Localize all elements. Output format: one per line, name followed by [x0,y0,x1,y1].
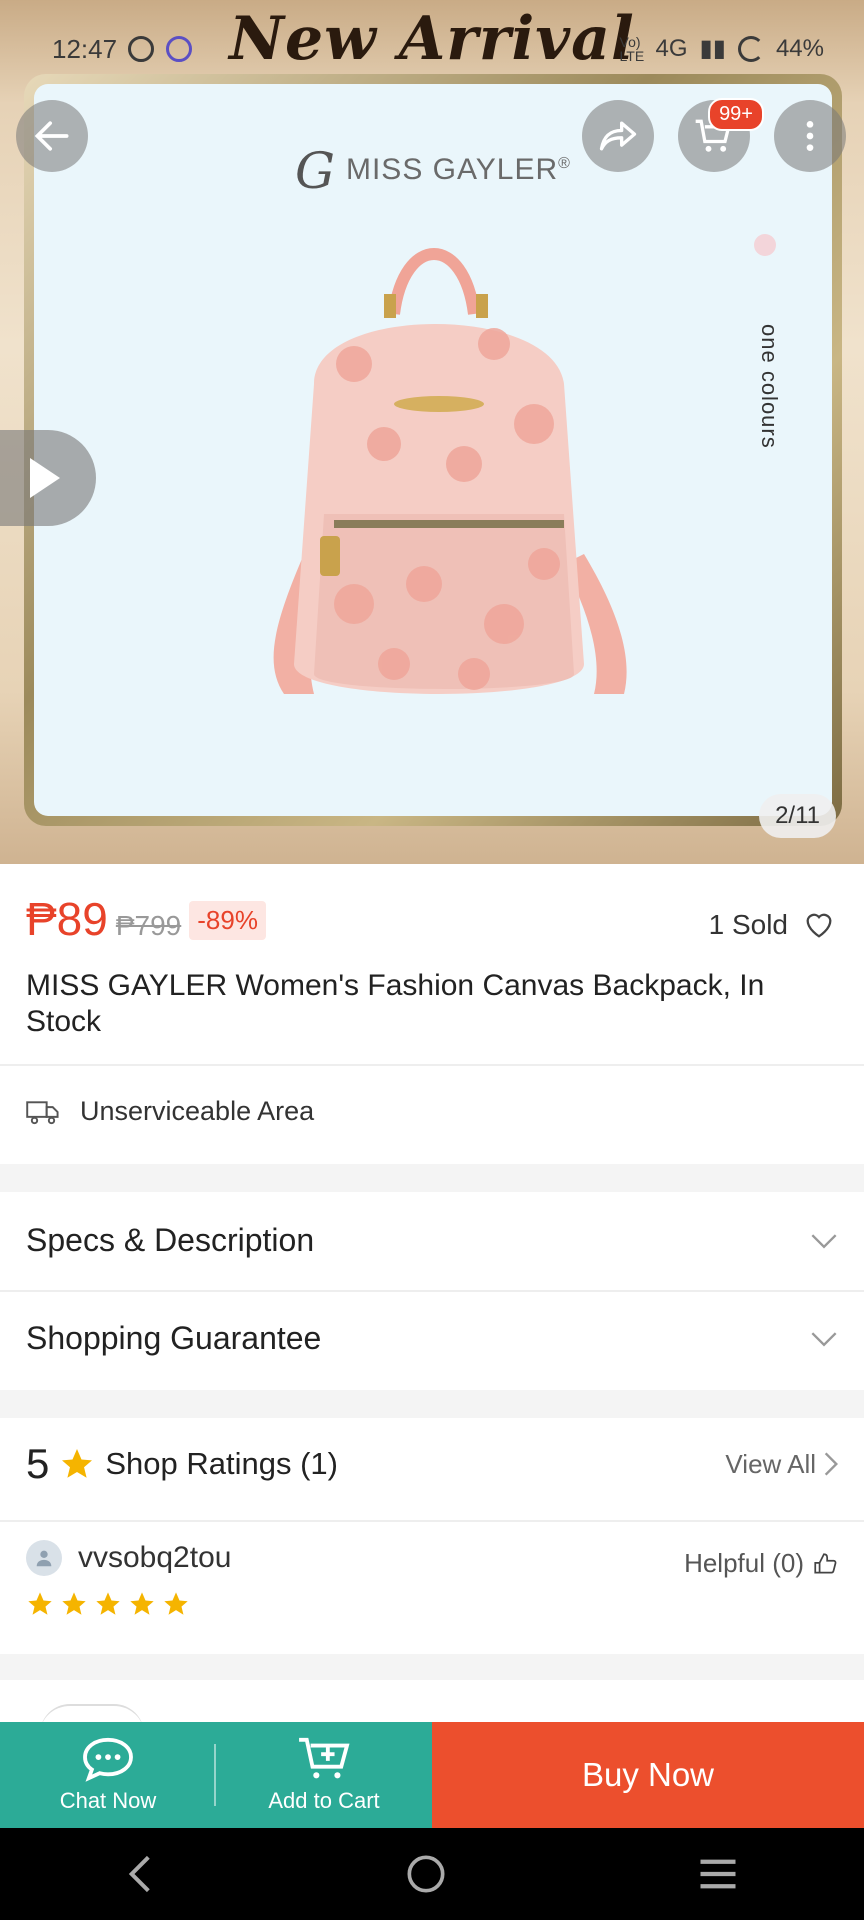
ratings-summary: 5 Shop Ratings (1) [26,1440,338,1488]
status-bar: 12:47 Vo) LTE 4G ▮▮ 44% [0,0,864,100]
star-icon [164,1592,188,1615]
price-row: ₱89 ₱799 -89% [26,892,266,946]
status-time: 12:47 [52,34,118,64]
app-notification-icon [166,36,192,62]
chat-now-label: Chat Now [59,1788,157,1813]
review-stars [26,1590,838,1618]
media-icon [128,36,154,62]
add-cart-icon [299,1737,350,1779]
chevron-right-icon [824,1452,838,1476]
arrow-left-icon [34,121,69,151]
divider [0,1520,864,1522]
view-all-label: View All [725,1448,816,1479]
backpack-illustration [273,248,627,694]
status-right: Vo) LTE 4G ▮▮ 44% [620,34,824,63]
battery-level: 44% [775,34,824,62]
volte-icon: Vo) LTE [619,33,645,64]
specs-description-section[interactable]: Specs & Description [26,1222,838,1259]
review-item: vvsobq2tou Helpful (0) [26,1540,838,1618]
shopping-guarantee-section[interactable]: Shopping Guarantee [26,1320,838,1357]
chevron-down-icon [811,1331,837,1346]
avatar [26,1540,62,1576]
buy-now-button[interactable]: Buy Now [432,1722,864,1828]
sold-count: 1 Sold [708,909,788,940]
more-menu-button[interactable] [774,100,846,172]
secondary-actions: Chat Now Add to Cart [0,1722,432,1828]
side-caption: one colours [757,324,782,449]
current-price: ₱89 [26,893,108,945]
color-dot [754,234,776,256]
discount-badge: -89% [189,901,266,940]
star-icon [96,1592,120,1615]
nav-home-icon[interactable] [406,1854,446,1894]
divider [214,1744,216,1806]
image-counter: 2/11 [759,794,836,838]
truck-icon [26,1100,59,1124]
star-icon [62,1592,86,1615]
star-icon [130,1592,154,1615]
shipping-row[interactable]: Unserviceable Area [26,1096,314,1127]
sold-row: 1 Sold [709,908,836,942]
helpful-label: Helpful (0) [684,1548,804,1578]
divider [0,1064,864,1066]
chat-icon [83,1737,133,1782]
play-icon [30,458,60,498]
battery-icon [737,35,764,62]
heart-icon[interactable] [802,908,836,942]
chevron-down-icon [811,1233,837,1248]
original-price: ₱799 [115,910,182,941]
section-gap [0,1654,864,1680]
image-frame: G MISS GAYLER® one colours [24,74,842,826]
product-image-gallery[interactable]: G MISS GAYLER® one colours New Arrival 1… [0,0,864,864]
cart-button[interactable]: 99+ [678,98,764,172]
chat-now-button[interactable]: Chat Now [0,1722,216,1828]
signal-icon: ▮▮ [699,35,726,62]
product-image: G MISS GAYLER® one colours [34,84,832,816]
more-vertical-icon [806,121,814,151]
divider [0,1290,864,1292]
share-icon [599,121,637,151]
user-icon [36,1550,52,1567]
ratings-label: Shop Ratings (1) [105,1446,338,1481]
system-nav-bar [0,1828,864,1920]
guarantee-title: Shopping Guarantee [26,1320,322,1356]
shop-ratings-row: 5 Shop Ratings (1) View All [26,1440,838,1488]
view-all-link[interactable]: View All [725,1449,838,1480]
section-gap [0,1164,864,1192]
share-button[interactable] [582,100,654,172]
nav-back-icon[interactable] [125,1854,155,1894]
network-label: 4G [655,34,688,62]
status-left-icons [128,36,192,62]
reviewer-username: vvsobq2tou [78,1541,232,1574]
cart-badge: 99+ [708,98,764,131]
video-play-button[interactable] [0,430,96,526]
star-icon [28,1592,52,1615]
nav-menu-icon[interactable] [697,1857,739,1891]
section-gap [0,1390,864,1418]
bottom-action-bar: Chat Now Add to Cart Buy Now [0,1722,864,1828]
add-to-cart-button[interactable]: Add to Cart [216,1722,432,1828]
product-title: MISS GAYLER Women's Fashion Canvas Backp… [26,969,765,1038]
star-icon [62,1449,93,1478]
specs-title: Specs & Description [26,1222,315,1258]
rating-score: 5 [26,1440,50,1487]
shipping-label: Unserviceable Area [80,1096,315,1126]
thumbs-up-icon [814,1552,837,1574]
back-button[interactable] [16,100,88,172]
helpful-button[interactable]: Helpful (0) [684,1548,838,1579]
add-to-cart-label: Add to Cart [268,1788,380,1813]
